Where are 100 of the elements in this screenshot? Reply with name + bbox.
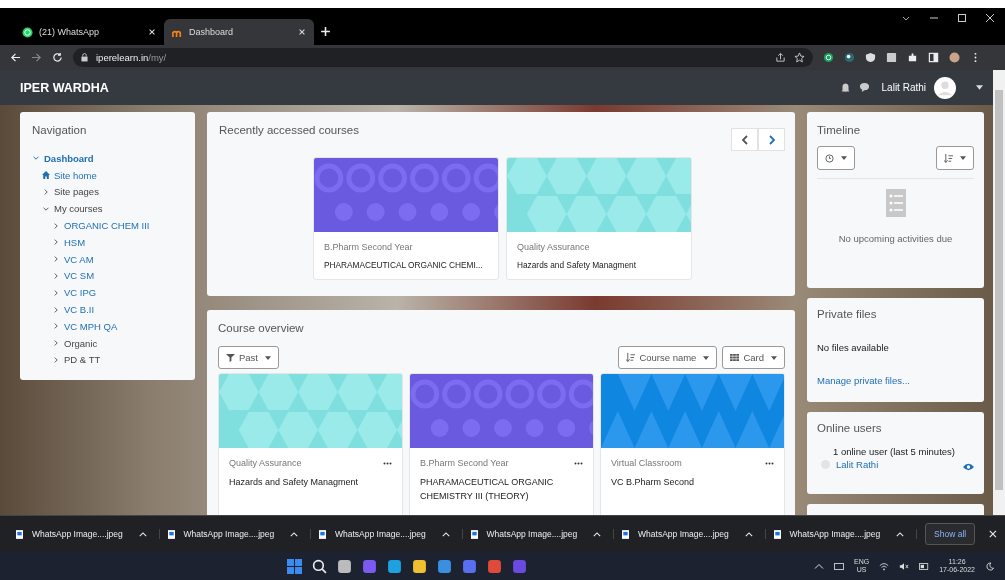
download-item[interactable]: WhatsApp Image....jpeg: [319, 529, 463, 539]
app-icon[interactable]: [412, 558, 427, 574]
nav-link[interactable]: ORGANIC CHEM III: [64, 220, 150, 232]
browser-tab[interactable]: (21) WhatsApp: [14, 19, 164, 45]
course-card[interactable]: B.Pharm Second Year PHARAMACEUTICAL ORGANIC CHEMISTRY III (THEORY): [409, 373, 594, 515]
chevron-right-icon[interactable]: [52, 355, 60, 364]
caret-up-icon[interactable]: [744, 531, 753, 537]
download-item[interactable]: WhatsApp Image....jpeg: [470, 529, 615, 539]
caret-up-icon[interactable]: [896, 531, 905, 537]
search-icon[interactable]: [312, 558, 327, 574]
nav-link[interactable]: Site pages: [54, 186, 99, 198]
course-card[interactable]: Quality Assurance Hazards and Safety Managment: [506, 157, 692, 280]
sidebar-icon[interactable]: [928, 52, 939, 63]
user-name[interactable]: Lalit Rathi: [881, 82, 926, 93]
wifi-icon[interactable]: [879, 561, 890, 571]
app-icon[interactable]: [487, 558, 502, 574]
extension-icon[interactable]: [886, 52, 897, 63]
back-arrow-icon[interactable]: [10, 52, 21, 63]
caret-up-icon[interactable]: [138, 531, 147, 537]
browser-tab[interactable]: Dashboard: [164, 19, 314, 45]
filter-dropdown[interactable]: Past: [218, 346, 279, 369]
caret-up-icon[interactable]: [290, 531, 299, 537]
download-item[interactable]: WhatsApp Image....jpeg: [167, 529, 312, 539]
caret-up-icon[interactable]: [593, 531, 602, 537]
course-card[interactable]: B.Pharm Second Year PHARAMACEUTICAL ORGANIC CHEMI...: [313, 157, 499, 280]
reload-icon[interactable]: [52, 52, 63, 63]
course-name[interactable]: PHARAMACEUTICAL ORGANIC CHEMISTRY III (THEORY): [420, 475, 583, 504]
manage-files-link[interactable]: Manage private files...: [817, 375, 974, 386]
date-filter-dropdown[interactable]: [817, 146, 855, 170]
download-item[interactable]: WhatsApp Image....jpeg: [773, 529, 918, 539]
course-name[interactable]: VC B.Pharm Second: [611, 475, 774, 490]
close-icon[interactable]: [148, 28, 156, 36]
caret-icon[interactable]: [976, 85, 983, 90]
bell-icon[interactable]: [839, 82, 851, 93]
app-icon[interactable]: [437, 558, 452, 574]
nav-link[interactable]: PD & TT: [64, 354, 101, 366]
more-icon[interactable]: [765, 461, 774, 465]
nav-link[interactable]: Site home: [54, 169, 97, 181]
nav-link[interactable]: Organic: [64, 337, 98, 349]
nav-link[interactable]: VC MPH QA: [64, 320, 118, 332]
course-name[interactable]: Hazards and Safety Managment: [229, 475, 392, 490]
chevron-right-icon[interactable]: [52, 271, 60, 280]
chevron-right-icon[interactable]: [52, 339, 60, 348]
download-item[interactable]: WhatsApp Image....jpeg: [16, 529, 160, 539]
shield-icon[interactable]: [865, 52, 876, 63]
course-name[interactable]: PHARAMACEUTICAL ORGANIC CHEMI...: [324, 259, 488, 273]
nav-link[interactable]: VC SM: [64, 270, 95, 282]
avatar-icon[interactable]: [949, 52, 960, 63]
keyboard-icon[interactable]: [834, 561, 845, 571]
sort-dropdown[interactable]: [936, 146, 974, 170]
view-dropdown[interactable]: Card: [722, 346, 785, 369]
more-icon[interactable]: [383, 461, 392, 465]
share-icon[interactable]: [775, 52, 786, 63]
nav-link[interactable]: VC B.II: [64, 304, 95, 316]
more-icon[interactable]: [574, 461, 583, 465]
course-name[interactable]: Hazards and Safety Managment: [517, 259, 681, 273]
chevron-up-icon[interactable]: [814, 561, 825, 571]
chevron-right-icon[interactable]: [52, 238, 60, 247]
moon-icon[interactable]: [985, 561, 995, 571]
nav-link[interactable]: VC AM: [64, 253, 94, 265]
scrollbar[interactable]: [993, 70, 1005, 515]
sort-icon: [626, 353, 636, 362]
app-icon[interactable]: [337, 558, 352, 574]
chat-bubble-icon[interactable]: [858, 82, 870, 93]
muted-speaker-icon[interactable]: [899, 561, 910, 571]
windows-logo-icon[interactable]: [287, 558, 302, 574]
battery-icon[interactable]: [919, 561, 930, 571]
nav-link[interactable]: Dashboard: [44, 152, 94, 164]
sort-dropdown[interactable]: Course name: [618, 346, 718, 369]
forward-arrow-icon[interactable]: [31, 52, 42, 63]
extension-icon[interactable]: [844, 52, 855, 63]
avatar-icon[interactable]: [934, 76, 956, 99]
chevron-right-icon[interactable]: [52, 322, 60, 331]
chevron-right-icon[interactable]: [52, 288, 60, 297]
star-icon[interactable]: [794, 52, 805, 63]
site-title[interactable]: IPER WARDHA: [20, 80, 109, 95]
eye-icon[interactable]: [963, 463, 974, 471]
chevron-right-icon[interactable]: [52, 255, 60, 264]
download-item[interactable]: WhatsApp Image....jpeg: [622, 529, 766, 539]
nav-link[interactable]: VC IPG: [64, 287, 97, 299]
course-card[interactable]: Quality Assurance Hazards and Safety Managment: [218, 373, 403, 515]
extension-icon[interactable]: [823, 52, 834, 63]
chevron-right-icon[interactable]: [42, 188, 50, 196]
user-link[interactable]: Lalit Rathi: [836, 458, 879, 470]
address-field[interactable]: iperelearn.in/my/: [73, 48, 813, 67]
chevron-right-icon[interactable]: [52, 305, 60, 314]
app-icon[interactable]: [387, 558, 402, 574]
caret-up-icon[interactable]: [441, 531, 450, 537]
next-button[interactable]: [758, 128, 785, 151]
maximize-icon[interactable]: [957, 13, 967, 23]
chevron-right-icon[interactable]: [52, 221, 60, 230]
nav-link[interactable]: My courses: [54, 203, 103, 215]
puzzle-icon[interactable]: [907, 52, 918, 63]
new-tab-icon[interactable]: [320, 26, 331, 37]
course-card[interactable]: Virtual Classroom VC B.Pharm Second: [600, 373, 785, 515]
close-icon[interactable]: [985, 13, 995, 23]
previous-button[interactable]: [731, 128, 758, 151]
close-icon[interactable]: [298, 28, 306, 36]
show-all-button[interactable]: Show all: [925, 523, 976, 545]
nav-link[interactable]: HSM: [64, 236, 86, 248]
